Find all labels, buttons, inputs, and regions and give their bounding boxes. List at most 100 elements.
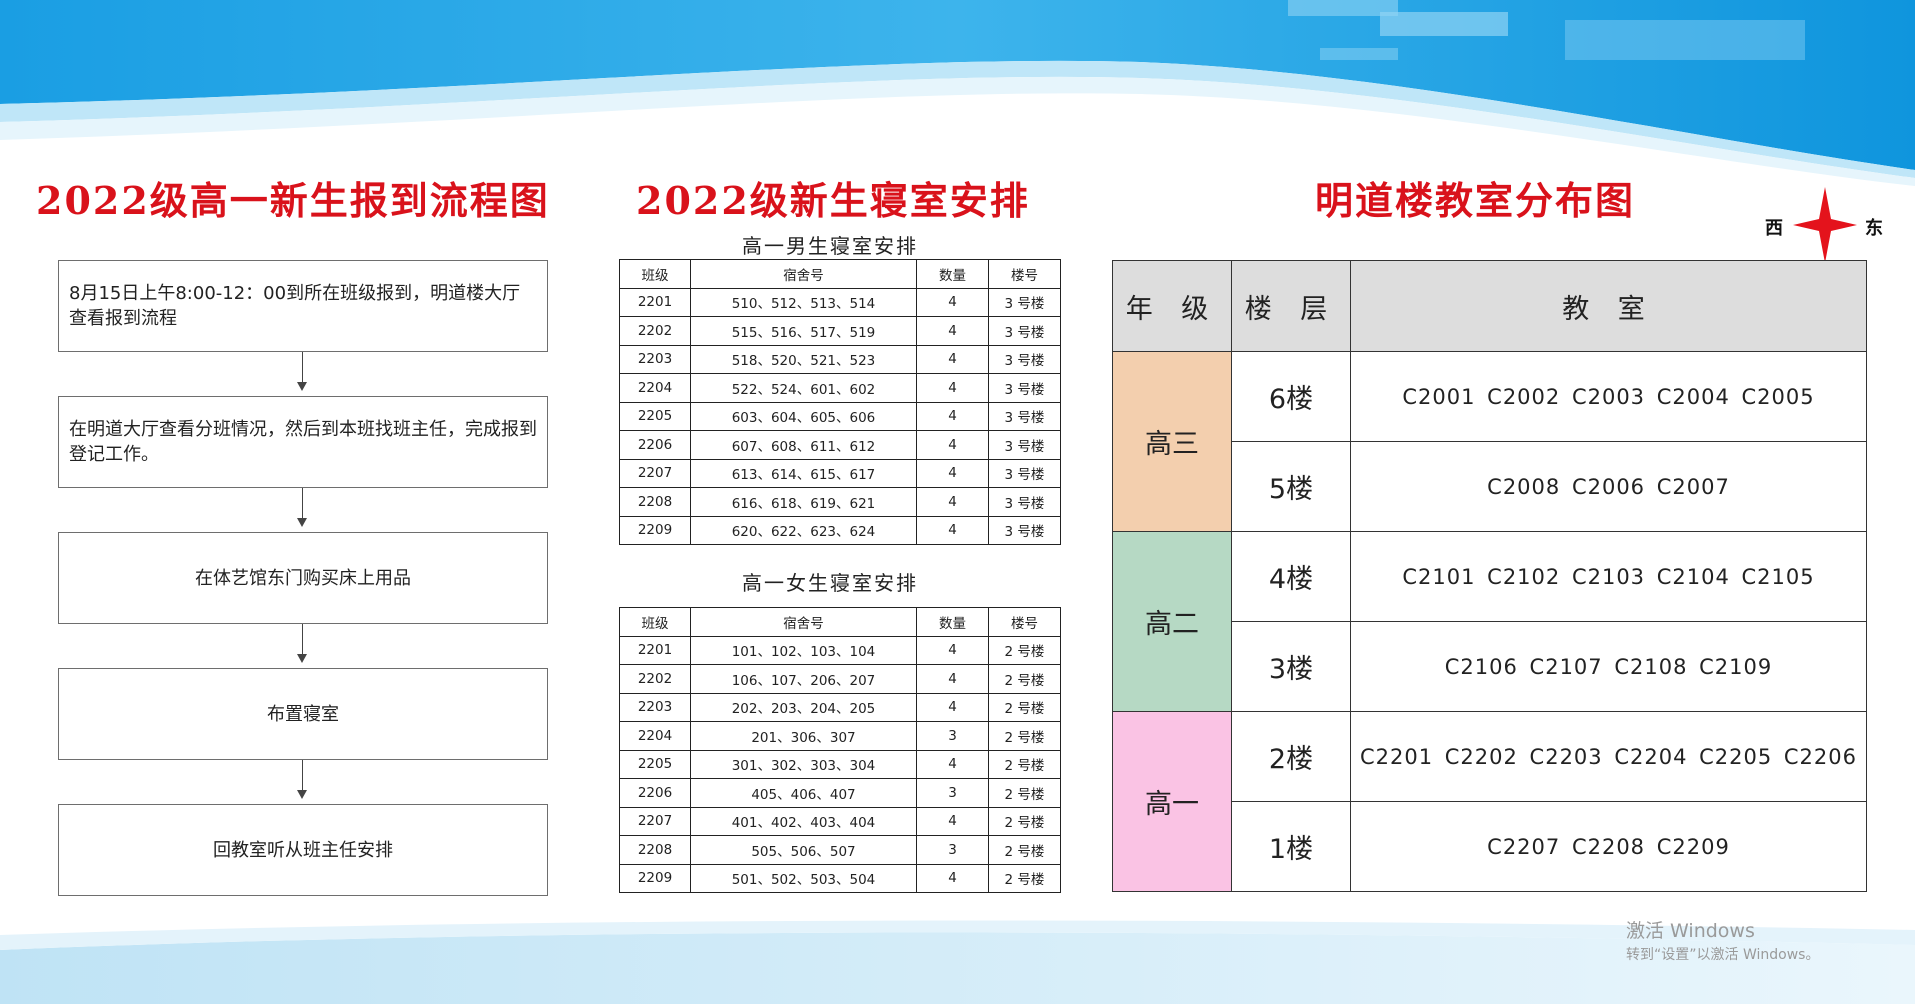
room-count-cell: 4	[916, 430, 989, 460]
rooms-cell: C2207 C2208 C2209	[1350, 801, 1867, 892]
table-row: 2204 522、524、601、602 4 3 号楼	[619, 373, 1061, 403]
dorm-rooms-cell: 101、102、103、104	[690, 635, 917, 665]
flow-step-2-text: 在明道大厅查看分班情况，然后到本班找班主任，完成报到登记工作。	[69, 419, 537, 465]
flow-step-3-text: 在体艺馆东门购买床上用品	[195, 567, 411, 589]
table-row: 2201 101、102、103、104 4 2 号楼	[619, 635, 1061, 665]
class-cell: 2203	[619, 692, 691, 722]
floor-cell: 6楼	[1231, 351, 1351, 442]
room-count-cell: 3	[916, 721, 989, 751]
dorm-header-cell: 班级	[619, 607, 691, 637]
building-cell: 3 号楼	[988, 458, 1061, 488]
girls-dorm-table: 班级 宿舍号 数量 楼号 2201 101、102、103、104 4 2 号楼 2202 106…	[619, 607, 1061, 893]
dorm-header-cell: 班级	[619, 259, 691, 289]
flow-arrow-4	[302, 760, 303, 790]
flow-arrowhead-2	[297, 518, 307, 527]
room-count-cell: 3	[916, 778, 989, 808]
table-row: 2208 505、506、507 3 2 号楼	[619, 835, 1061, 865]
floor-cell: 5楼	[1231, 441, 1351, 532]
class-cell: 2208	[619, 487, 691, 517]
room-count-cell: 4	[916, 458, 989, 488]
classroom-row: 高三 6楼 C2001 C2002 C2003 C2004 C2005	[1112, 351, 1867, 532]
header-floor: 楼 层	[1231, 260, 1351, 352]
classroom-distribution-table: 年 级 楼 层 教 室 高三 6楼 C2001 C2002 C2003 C200…	[1112, 260, 1867, 892]
flow-arrowhead-4	[297, 790, 307, 799]
flow-step-1: 8月15日上午8:00-12：00到所在班级报到，明道楼大厅查看报到流程	[58, 260, 548, 352]
dorm-header-cell: 数量	[916, 607, 989, 637]
activation-watermark-subtitle: 转到“设置”以激活 Windows。	[1626, 947, 1820, 963]
dorm-header-cell: 楼号	[988, 607, 1061, 637]
room-count-cell: 4	[916, 515, 989, 545]
class-cell: 2201	[619, 635, 691, 665]
dorm-header-cell: 宿舍号	[690, 607, 917, 637]
flow-arrow-3	[302, 624, 303, 654]
dorm-rooms-cell: 201、306、307	[690, 721, 917, 751]
dorm-rooms-cell: 202、203、204、205	[690, 692, 917, 722]
dorm-rooms-cell: 106、107、206、207	[690, 664, 917, 694]
girls-dorm-table-body: 班级 宿舍号 数量 楼号 2201 101、102、103、104 4 2 号楼 2202 106…	[619, 607, 1061, 893]
building-cell: 2 号楼	[988, 806, 1061, 836]
compass-star-icon	[1793, 187, 1857, 263]
table-row: 2206 607、608、611、612 4 3 号楼	[619, 430, 1061, 460]
flow-step-3: 在体艺馆东门购买床上用品	[58, 532, 548, 624]
class-cell: 2205	[619, 401, 691, 431]
dorm-rooms-cell: 501、502、503、504	[690, 863, 917, 893]
class-cell: 2203	[619, 344, 691, 374]
rooms-cell: C2001 C2002 C2003 C2004 C2005	[1350, 351, 1867, 442]
class-cell: 2202	[619, 316, 691, 346]
rooms-cell: C2008 C2006 C2007	[1350, 441, 1867, 532]
dorm-rooms-cell: 401、402、403、404	[690, 806, 917, 836]
classroom-distribution-title: 明道楼教室分布图	[1315, 178, 1636, 223]
grade-cell-senior1: 高一	[1112, 711, 1232, 892]
dorm-rooms-cell: 607、608、611、612	[690, 430, 917, 460]
grade-cell-senior2: 高二	[1112, 531, 1232, 712]
class-cell: 2209	[619, 863, 691, 893]
building-cell: 3 号楼	[988, 316, 1061, 346]
table-row: 2201 510、512、513、514 4 3 号楼	[619, 287, 1061, 317]
dorm-rooms-cell: 515、516、517、519	[690, 316, 917, 346]
girls-dorm-subtitle: 高一女生寝室安排	[742, 571, 918, 595]
building-cell: 2 号楼	[988, 721, 1061, 751]
room-count-cell: 4	[916, 401, 989, 431]
class-cell: 2209	[619, 515, 691, 545]
classroom-row: 高一 2楼 C2201 C2202 C2203 C2204 C2205 C220…	[1112, 711, 1867, 892]
dorm-table-header: 班级 宿舍号 数量 楼号	[619, 607, 1061, 637]
header-classroom: 教 室	[1350, 260, 1867, 352]
rooms-cell: C2106 C2107 C2108 C2109	[1350, 621, 1867, 712]
rooms-cell: C2101 C2102 C2103 C2104 C2105	[1350, 531, 1867, 622]
flow-step-5-text: 回教室听从班主任安排	[213, 839, 393, 861]
class-cell: 2206	[619, 778, 691, 808]
classroom-row: 高二 4楼 C2101 C2102 C2103 C2104 C2105	[1112, 531, 1867, 712]
flow-step-4: 布置寝室	[58, 668, 548, 760]
compass-west-label: 西	[1765, 218, 1783, 239]
classroom-table-header: 年 级 楼 层 教 室	[1112, 260, 1867, 352]
room-count-cell: 4	[916, 373, 989, 403]
room-count-cell: 4	[916, 635, 989, 665]
building-cell: 2 号楼	[988, 692, 1061, 722]
rooms-cell: C2201 C2202 C2203 C2204 C2205 C2206	[1350, 711, 1867, 802]
class-cell: 2202	[619, 664, 691, 694]
class-cell: 2204	[619, 373, 691, 403]
room-count-cell: 4	[916, 863, 989, 893]
flow-step-5: 回教室听从班主任安排	[58, 804, 548, 896]
building-cell: 3 号楼	[988, 515, 1061, 545]
building-cell: 2 号楼	[988, 749, 1061, 779]
building-cell: 3 号楼	[988, 344, 1061, 374]
dorm-header-cell: 楼号	[988, 259, 1061, 289]
table-row: 2209 501、502、503、504 4 2 号楼	[619, 863, 1061, 893]
dorm-rooms-cell: 613、614、615、617	[690, 458, 917, 488]
room-count-cell: 4	[916, 316, 989, 346]
class-cell: 2201	[619, 287, 691, 317]
flow-arrowhead-3	[297, 654, 307, 663]
grade-cell-senior3: 高三	[1112, 351, 1232, 532]
table-row: 2202 106、107、206、207 4 2 号楼	[619, 664, 1061, 694]
class-cell: 2205	[619, 749, 691, 779]
building-cell: 2 号楼	[988, 664, 1061, 694]
flow-step-1-text: 8月15日上午8:00-12：00到所在班级报到，明道楼大厅查看报到流程	[69, 283, 521, 329]
room-count-cell: 3	[916, 835, 989, 865]
table-row: 2209 620、622、623、624 4 3 号楼	[619, 515, 1061, 545]
boys-dorm-table: 班级 宿舍号 数量 楼号 2201 510、512、513、514 4 3 号楼 2202 515…	[619, 259, 1061, 545]
room-count-cell: 4	[916, 487, 989, 517]
floor-cell: 4楼	[1231, 531, 1351, 622]
dorm-rooms-cell: 301、302、303、304	[690, 749, 917, 779]
room-count-cell: 4	[916, 749, 989, 779]
